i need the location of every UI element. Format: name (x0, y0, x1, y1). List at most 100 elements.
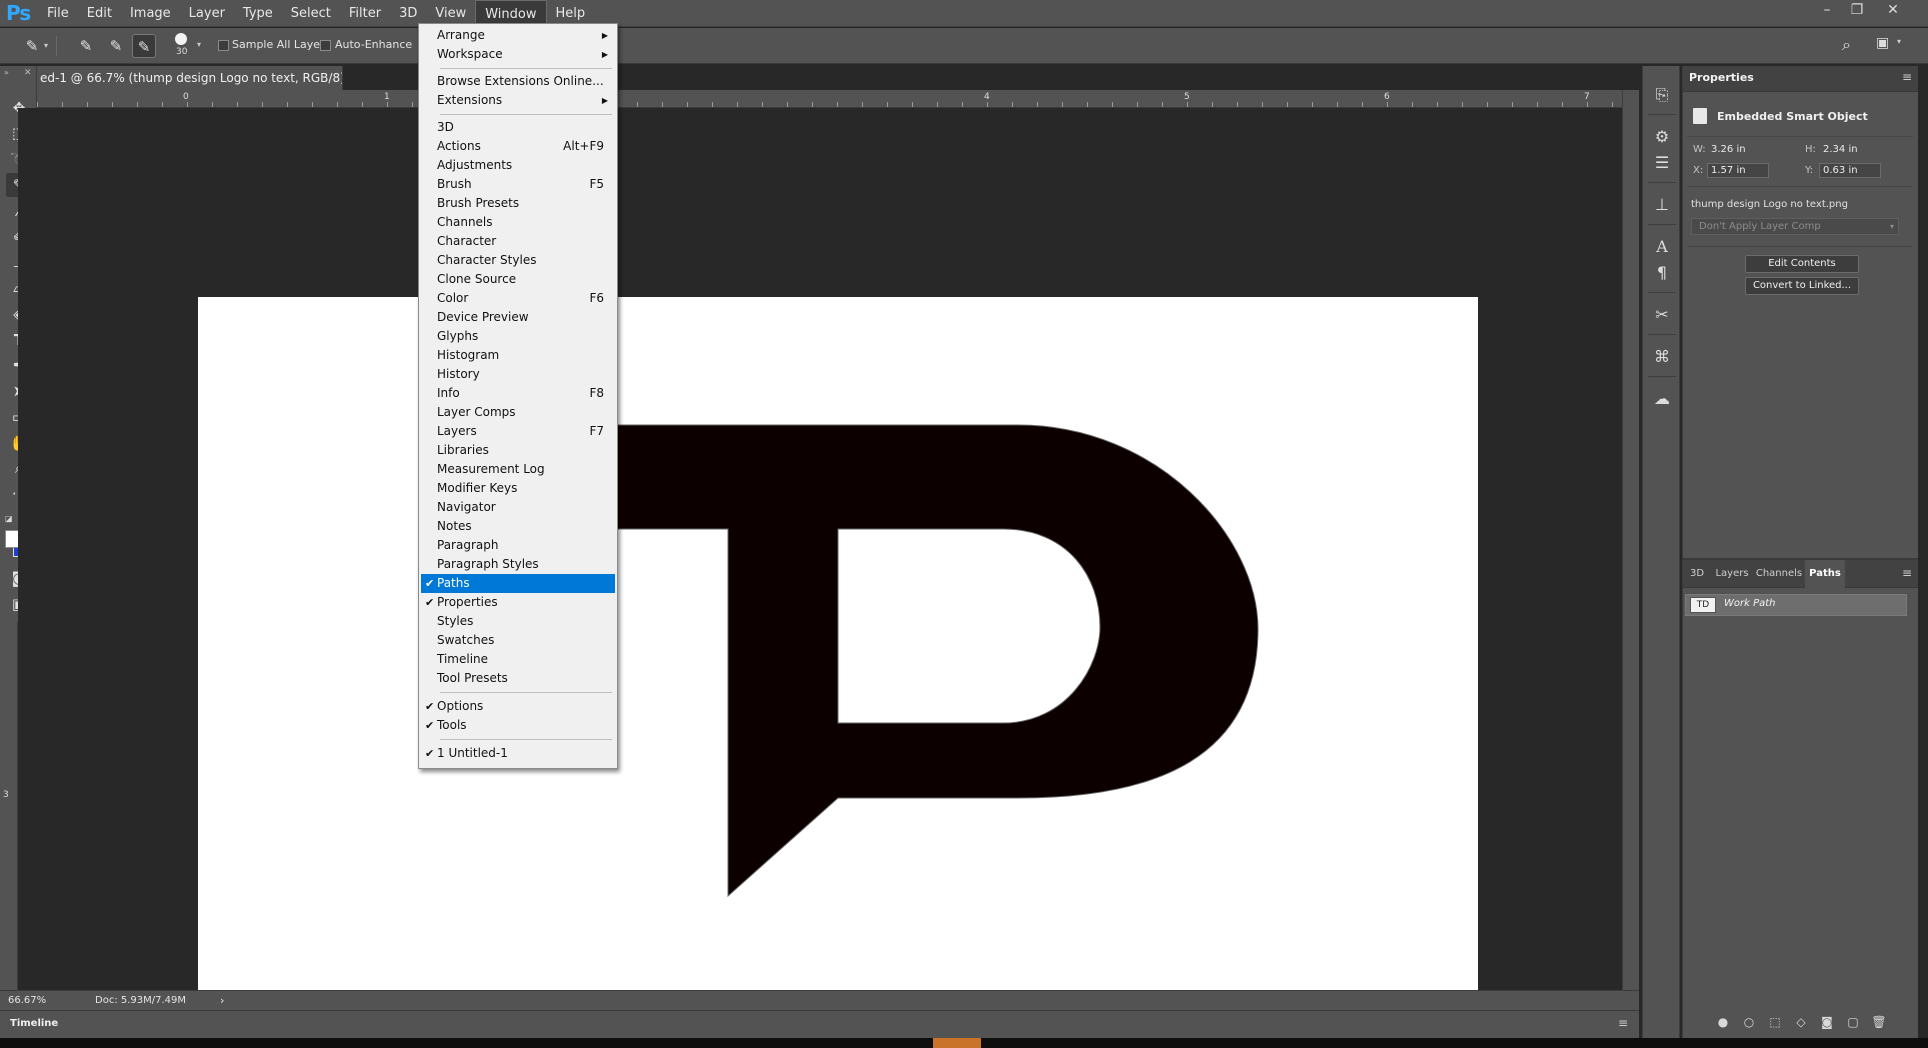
path-list-item[interactable]: TD Work Path (1685, 594, 1907, 616)
chevron-right-icon[interactable]: › (220, 994, 224, 1007)
menu-item-paths[interactable]: ✔ Paths (421, 574, 615, 593)
make-work-path-icon[interactable]: ◇ (1793, 1014, 1809, 1030)
add-mask-icon[interactable]: ◙ (1819, 1014, 1835, 1030)
menu-item-modifier-keys[interactable]: Modifier Keys (421, 479, 615, 498)
taskbar-app-icon[interactable] (933, 1038, 981, 1048)
tab-3d[interactable]: 3D (1683, 560, 1711, 588)
brush-settings-icon[interactable]: ⚙ (1649, 124, 1675, 150)
convert-to-linked-button[interactable]: Convert to Linked... (1745, 277, 1859, 295)
default-colors-icon[interactable]: ◪ (5, 514, 13, 523)
menu-item-swatches[interactable]: Swatches (421, 631, 615, 650)
menu-item-character[interactable]: Character (421, 232, 615, 251)
height-value[interactable]: 2.34 in (1823, 144, 1858, 155)
load-as-selection-icon[interactable]: ⬚ (1767, 1014, 1783, 1030)
menu-item-workspace[interactable]: Workspace ▶ (421, 45, 615, 64)
restore-icon[interactable]: ❐ (1844, 0, 1870, 22)
clone-source-icon[interactable]: ⊥ (1649, 192, 1675, 218)
layer-comp-select[interactable]: Don't Apply Layer Comp ▾ (1691, 218, 1899, 235)
menu-item-3d[interactable]: 3D (421, 118, 615, 137)
menu-item-brush[interactable]: Brush F5 (421, 175, 615, 194)
document-canvas[interactable] (198, 297, 1478, 1018)
menu-item-untitled-1[interactable]: ✔ 1 Untitled-1 (421, 744, 615, 763)
timeline-tab[interactable]: Timeline (10, 1018, 58, 1029)
menu-item-layers[interactable]: Layers F7 (421, 422, 615, 441)
tab-paths[interactable]: Paths (1805, 560, 1845, 588)
menu-select[interactable]: Select (282, 0, 340, 27)
tab-layers[interactable]: Layers (1711, 560, 1753, 588)
menu-item-history[interactable]: History (421, 365, 615, 384)
tab-channels[interactable]: Channels (1753, 560, 1805, 588)
menu-item-notes[interactable]: Notes (421, 517, 615, 536)
menu-item-histogram[interactable]: Histogram (421, 346, 615, 365)
document-tab[interactable]: ed-1 @ 66.7% (thump design Logo no text,… (37, 66, 343, 90)
add-to-selection-icon[interactable]: ✎ (104, 34, 128, 58)
chevron-down-icon[interactable]: ▾ (44, 41, 48, 50)
menu-item-glyphs[interactable]: Glyphs (421, 327, 615, 346)
menu-edit[interactable]: Edit (78, 0, 121, 27)
menu-item-brush-presets[interactable]: Brush Presets (421, 194, 615, 213)
brush-tip-icon[interactable] (175, 33, 187, 45)
tool-presets-icon[interactable]: ✂ (1649, 302, 1675, 328)
menu-item-libraries[interactable]: Libraries (421, 441, 615, 460)
menu-type[interactable]: Type (234, 0, 282, 27)
menu-item-adjustments[interactable]: Adjustments (421, 156, 615, 175)
panel-menu-icon[interactable]: ≡ (1902, 70, 1912, 84)
menu-layer[interactable]: Layer (180, 0, 234, 27)
new-selection-icon[interactable]: ✎ (74, 34, 98, 58)
panel-menu-icon[interactable]: ≡ (1902, 566, 1912, 580)
menu-item-channels[interactable]: Channels (421, 213, 615, 232)
menu-item-device-preview[interactable]: Device Preview (421, 308, 615, 327)
menu-item-color[interactable]: Color F6 (421, 289, 615, 308)
menu-item-actions[interactable]: Actions Alt+F9 (421, 137, 615, 156)
y-position-field[interactable]: 0.63 in (1819, 163, 1881, 178)
menu-file[interactable]: File (38, 0, 78, 27)
menu-item-styles[interactable]: Styles (421, 612, 615, 631)
fill-path-icon[interactable]: ● (1715, 1014, 1731, 1030)
properties-tab[interactable]: Properties (1689, 66, 1754, 92)
x-position-field[interactable]: 1.57 in (1707, 163, 1769, 178)
menu-item-tools[interactable]: ✔ Tools (421, 716, 615, 735)
menu-item-clone-source[interactable]: Clone Source (421, 270, 615, 289)
menu-filter[interactable]: Filter (340, 0, 390, 27)
menu-item-measurement-log[interactable]: Measurement Log (421, 460, 615, 479)
menu-item-character-styles[interactable]: Character Styles (421, 251, 615, 270)
menu-item-options[interactable]: ✔ Options (421, 697, 615, 716)
chevron-down-icon[interactable]: ▾ (1897, 37, 1901, 46)
adjustments-icon[interactable]: ☰ (1649, 150, 1675, 176)
edit-contents-button[interactable]: Edit Contents (1745, 255, 1859, 273)
canvas-area[interactable] (18, 108, 1622, 1018)
menu-item-paragraph[interactable]: Paragraph (421, 536, 615, 555)
new-path-icon[interactable]: ▢ (1845, 1014, 1861, 1030)
menu-item-layer-comps[interactable]: Layer Comps (421, 403, 615, 422)
character-icon[interactable]: A (1649, 234, 1675, 260)
close-icon[interactable]: ✕ (1880, 0, 1906, 22)
chevron-down-icon[interactable]: ▾ (197, 40, 201, 49)
stroke-path-icon[interactable]: ○ (1741, 1014, 1757, 1030)
menu-item-info[interactable]: Info F8 (421, 384, 615, 403)
paragraph-icon[interactable]: ¶ (1649, 260, 1675, 286)
zoom-level[interactable]: 66.67% (8, 995, 46, 1006)
panel-menu-icon[interactable]: ≡ (1618, 1016, 1628, 1030)
menu-item-extensions[interactable]: Extensions ▶ (421, 91, 615, 110)
vertical-scrollbar[interactable] (1622, 90, 1639, 990)
collapse-toolbar-icon[interactable]: » (4, 68, 9, 77)
auto-enhance-checkbox[interactable] (320, 40, 331, 51)
menu-item-arrange[interactable]: Arrange ▶ (421, 26, 615, 45)
quick-selection-preset-icon[interactable]: ✎ (20, 34, 44, 58)
menu-item-timeline[interactable]: Timeline (421, 650, 615, 669)
menu-image[interactable]: Image (121, 0, 180, 27)
menu-item-tool-presets[interactable]: Tool Presets (421, 669, 615, 688)
menu-item-paragraph-styles[interactable]: Paragraph Styles (421, 555, 615, 574)
history-icon[interactable]: ⎘ (1649, 82, 1675, 108)
subtract-from-selection-icon[interactable]: ✎ (132, 34, 156, 58)
glyphs-icon[interactable]: ⌘ (1649, 344, 1675, 370)
menu-item-browse-extensions[interactable]: Browse Extensions Online... (421, 72, 615, 91)
libraries-icon[interactable]: ☁ (1649, 386, 1675, 412)
width-value[interactable]: 3.26 in (1711, 144, 1746, 155)
sample-all-layers-checkbox[interactable] (218, 40, 229, 51)
delete-path-icon[interactable]: 🗑 (1871, 1014, 1887, 1030)
menu-item-properties[interactable]: ✔ Properties (421, 593, 615, 612)
menu-item-navigator[interactable]: Navigator (421, 498, 615, 517)
close-icon[interactable]: ✕ (24, 68, 32, 78)
workspace-switcher-icon[interactable]: ▣ (1876, 35, 1889, 51)
